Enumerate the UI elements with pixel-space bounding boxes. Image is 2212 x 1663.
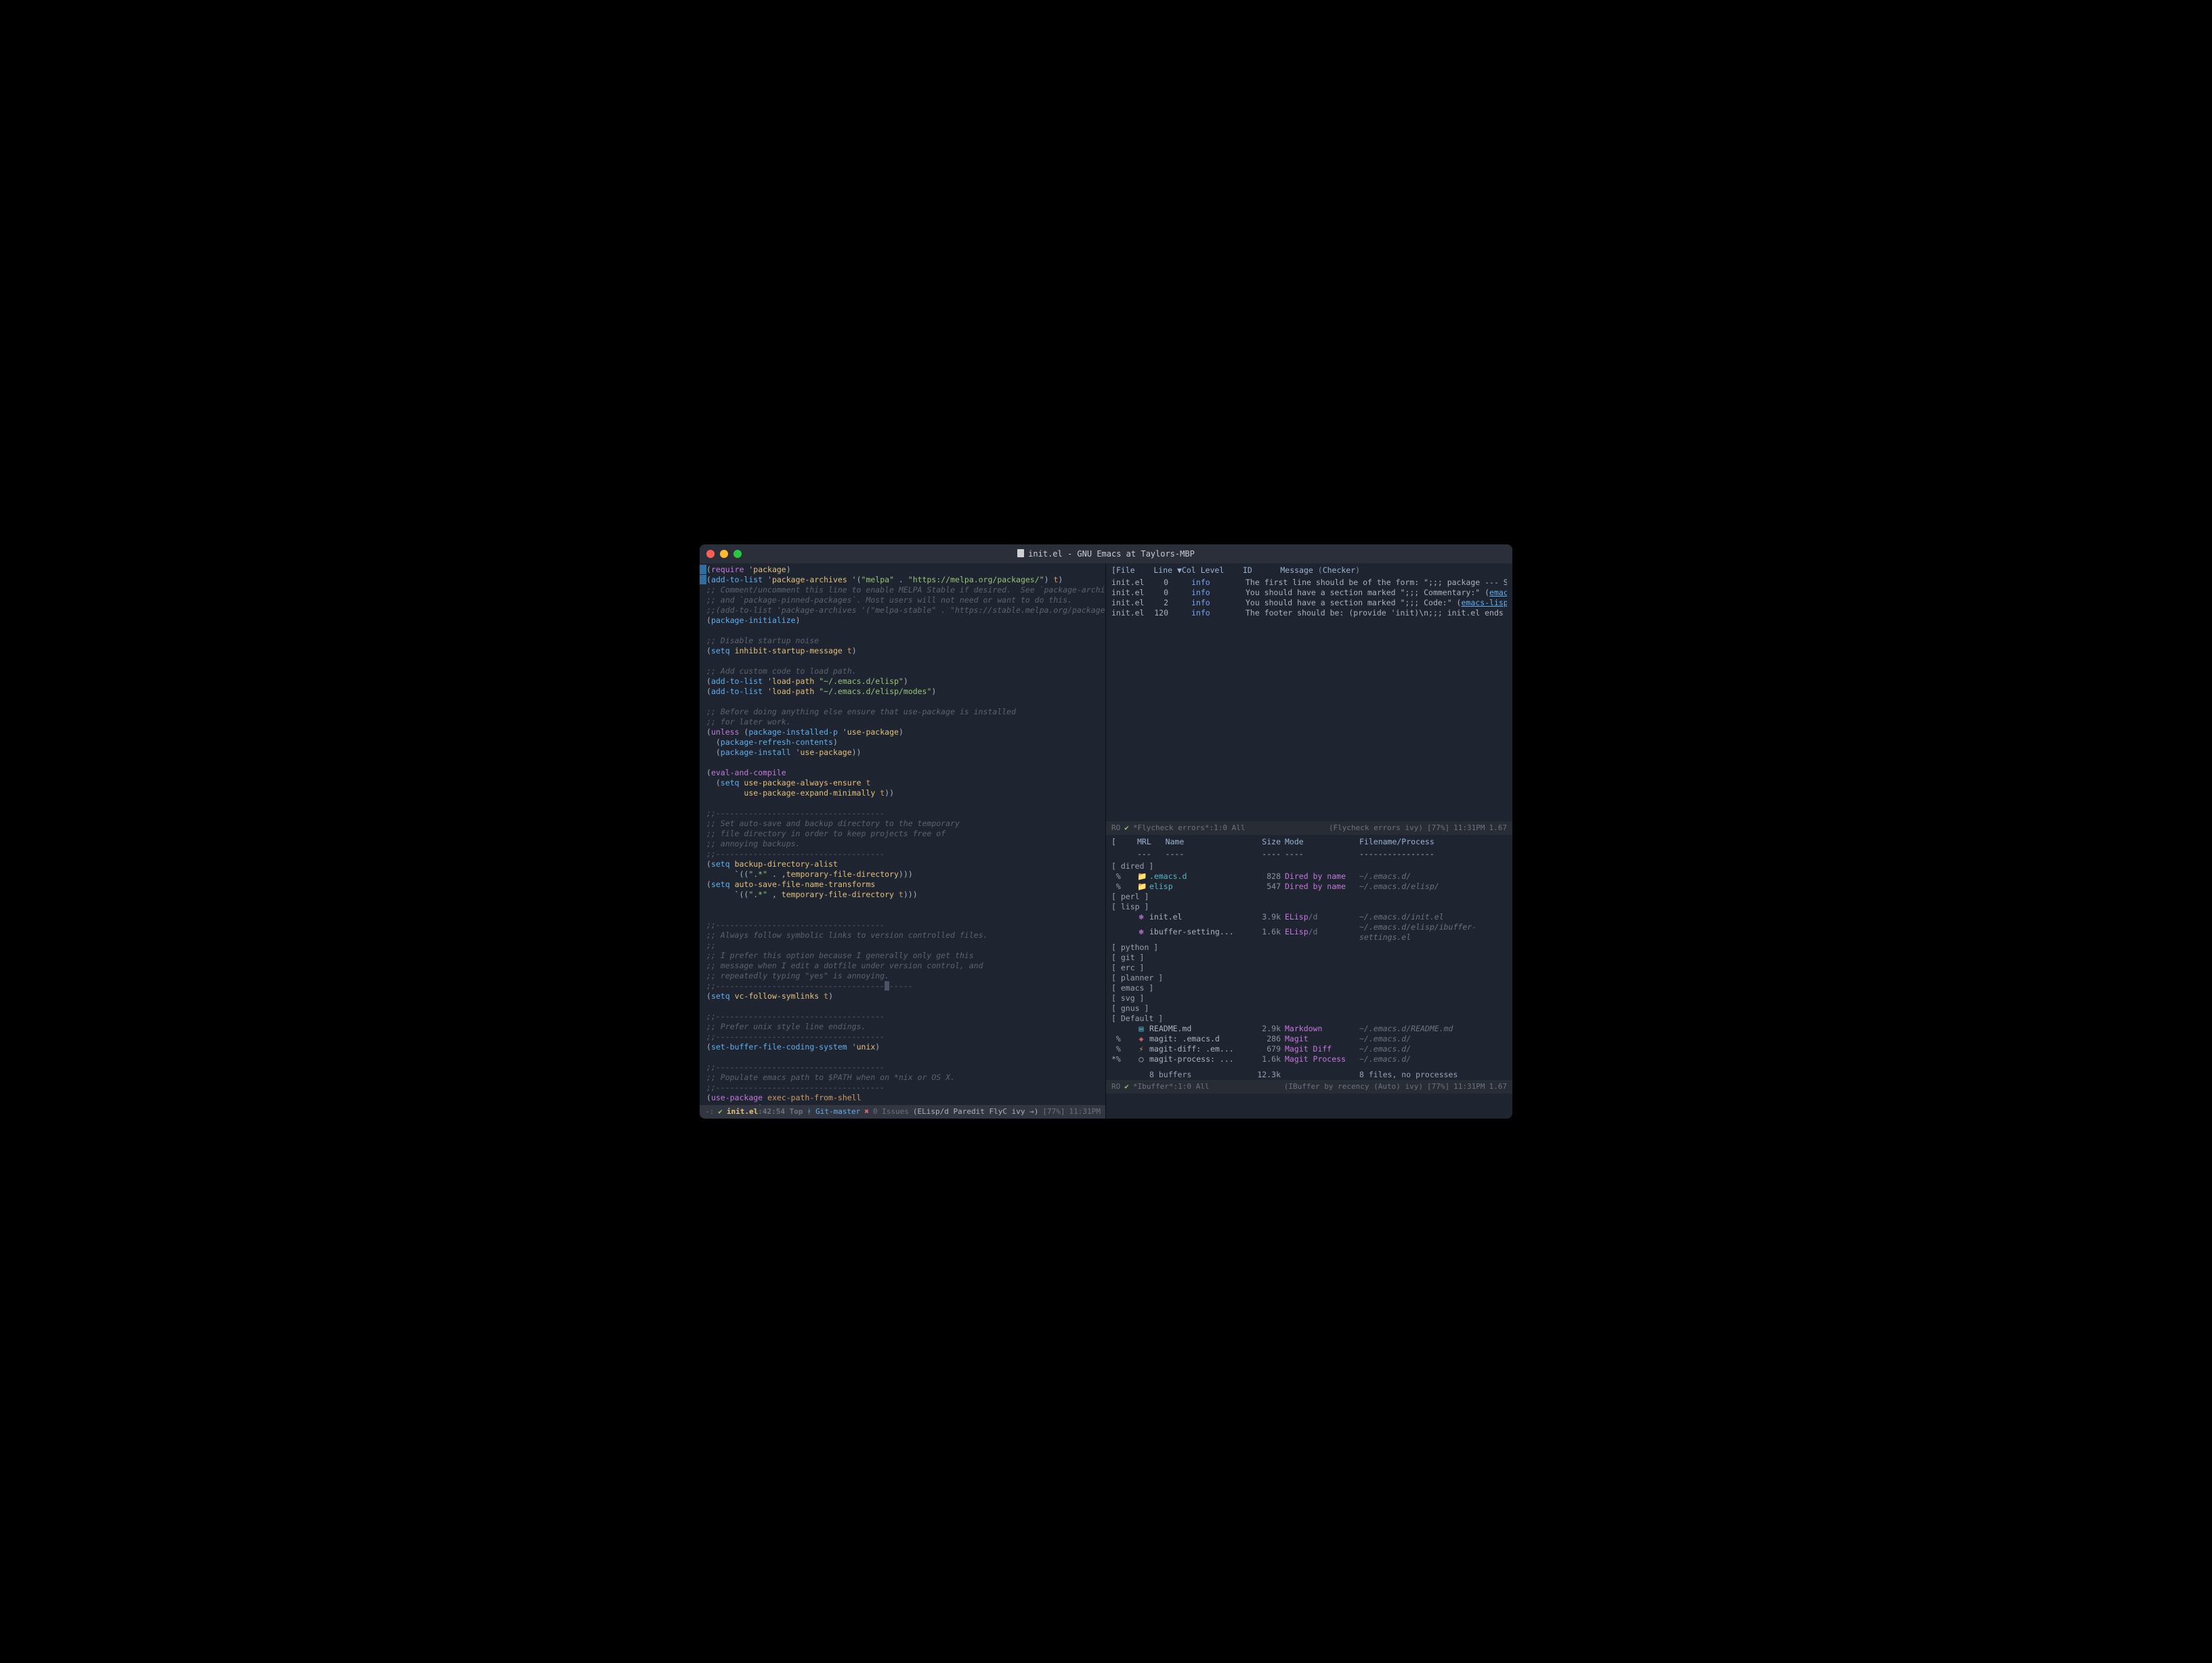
- ml-time: 11:31PM: [1069, 1106, 1100, 1118]
- ml-load: 1.67: [1489, 1081, 1508, 1093]
- minimize-icon[interactable]: [720, 550, 728, 558]
- flycheck-row[interactable]: init.el0infoYou should have a section ma…: [1111, 588, 1507, 598]
- folder-icon: 📁: [1137, 871, 1145, 882]
- flycheck-row[interactable]: init.el120infoThe footer should be: (pro…: [1111, 608, 1507, 618]
- diamond-icon: ◈: [1137, 1034, 1145, 1044]
- check-icon: ✔: [718, 1106, 723, 1118]
- close-icon[interactable]: [706, 550, 715, 558]
- folder-icon: 📁: [1137, 882, 1145, 892]
- ibuffer-group[interactable]: [ emacs ]: [1111, 983, 1507, 993]
- ibuffer-header: [ MRL Name Size Mode Filename/Process --…: [1106, 835, 1512, 861]
- ibuffer-group[interactable]: [ Default ]: [1111, 1014, 1507, 1024]
- ml-load: 1.67: [1489, 823, 1508, 834]
- traffic-lights: [706, 550, 742, 558]
- error-icon: ✖: [864, 1106, 869, 1118]
- ibuffer-row[interactable]: % ⚡magit-diff: .em...679Magit Diff~/.ema…: [1111, 1044, 1507, 1054]
- ibuffer-totals: 8 buffers12.3k8 files, no processes: [1111, 1070, 1507, 1080]
- ml-modes: (ELisp/d Paredit FlyC ivy ⇒): [913, 1106, 1038, 1118]
- bolt-icon: ⚡: [1137, 1044, 1145, 1054]
- check-icon: ✔: [1124, 1081, 1129, 1093]
- fringe-marker-icon: [700, 575, 706, 584]
- ml-time: 11:31PM: [1453, 823, 1485, 834]
- ibuffer-row[interactable]: % 📁.emacs.d828Dired by name~/.emacs.d/: [1111, 871, 1507, 882]
- ml-time: 11:31PM: [1453, 1081, 1485, 1093]
- ibuffer-row[interactable]: ▤README.md2.9kMarkdown~/.emacs.d/README.…: [1111, 1024, 1507, 1034]
- ibuffer-row[interactable]: ❃init.el3.9kELisp/d~/.emacs.d/init.el: [1111, 912, 1507, 922]
- titlebar: init.el - GNU Emacs at Taylors-MBP: [700, 544, 1512, 563]
- ibuffer-group[interactable]: [ gnus ]: [1111, 1003, 1507, 1014]
- ibuffer-row[interactable]: % ◈magit: .emacs.d286Magit~/.emacs.d/: [1111, 1034, 1507, 1044]
- ibuffer-group[interactable]: [ python ]: [1111, 943, 1507, 953]
- ibuffer-group[interactable]: [ perl ]: [1111, 892, 1507, 902]
- ibuffer-group[interactable]: [ svg ]: [1111, 993, 1507, 1003]
- right-pane: [File Line ▼Col Level ID Message (Checke…: [1106, 563, 1512, 1119]
- ml-filename: init.el:42:54 Top: [727, 1106, 803, 1118]
- gear-icon: ❃: [1137, 912, 1145, 922]
- ml-modes: (Flycheck errors ivy): [1329, 823, 1423, 834]
- gear-icon: ❃: [1137, 927, 1145, 937]
- ibuffer-group[interactable]: [ dired ]: [1111, 861, 1507, 871]
- book-icon: ▤: [1137, 1024, 1145, 1034]
- ml-percent: [77%]: [1427, 823, 1449, 834]
- check-icon: ✔: [1124, 823, 1129, 834]
- zoom-icon[interactable]: [733, 550, 742, 558]
- ibuffer-row[interactable]: *% ◯magit-process: ...1.6kMagit Process~…: [1111, 1054, 1507, 1064]
- ml-percent: [77%]: [1042, 1106, 1065, 1118]
- ml-issues: 0 Issues: [873, 1106, 909, 1118]
- gh-icon: ◯: [1137, 1054, 1145, 1064]
- ibuffer-row[interactable]: ❃ibuffer-setting...1.6kELisp/d~/.emacs.d…: [1111, 922, 1507, 943]
- flycheck-header: [File Line ▼Col Level ID Message (Checke…: [1106, 563, 1512, 578]
- ml-buffer: *Flycheck errors*:1:0 All: [1133, 823, 1246, 834]
- ml-modes: (IBuffer by recency (Auto) ivy): [1284, 1081, 1423, 1093]
- modeline-flycheck: RO ✔ *Flycheck errors*:1:0 All (Flycheck…: [1106, 821, 1512, 835]
- ibuffer-group[interactable]: [ planner ]: [1111, 973, 1507, 983]
- ibuffer-group[interactable]: [ erc ]: [1111, 963, 1507, 973]
- modeline-ibuffer: RO ✔ *Ibuffer*:1:0 All (IBuffer by recen…: [1106, 1080, 1512, 1094]
- ibuffer-row[interactable]: % 📁elisp547Dired by name~/.emacs.d/elisp…: [1111, 882, 1507, 892]
- ml-percent: [77%]: [1427, 1081, 1449, 1093]
- ibuffer-body[interactable]: [ dired ] % 📁.emacs.d828Dired by name~/.…: [1106, 861, 1512, 1080]
- flycheck-row[interactable]: init.el2infoYou should have a section ma…: [1111, 598, 1507, 608]
- ml-prefix: -:: [705, 1106, 714, 1118]
- ml-ro: RO: [1111, 1081, 1120, 1093]
- ml-buffer: *Ibuffer*:1:0 All: [1133, 1081, 1210, 1093]
- ml-git-branch: Git-master: [815, 1106, 860, 1118]
- ibuffer-group[interactable]: [ git ]: [1111, 953, 1507, 963]
- emacs-window: init.el - GNU Emacs at Taylors-MBP (requ…: [700, 544, 1512, 1119]
- git-branch-icon: ᚼ: [807, 1106, 811, 1118]
- ml-ro: RO: [1111, 823, 1120, 834]
- ibuffer-pane: [ MRL Name Size Mode Filename/Process --…: [1106, 835, 1512, 1119]
- code-buffer[interactable]: (require 'package) (add-to-list 'package…: [700, 563, 1105, 1105]
- ibuffer-group[interactable]: [ lisp ]: [1111, 902, 1507, 912]
- flycheck-pane: [File Line ▼Col Level ID Message (Checke…: [1106, 563, 1512, 618]
- window-title: init.el - GNU Emacs at Taylors-MBP: [700, 548, 1512, 560]
- flycheck-row[interactable]: init.el0infoThe first line should be of …: [1111, 578, 1507, 588]
- fringe-marker-icon: [700, 565, 706, 574]
- document-icon: [1017, 549, 1024, 557]
- flycheck-body[interactable]: init.el0infoThe first line should be of …: [1106, 578, 1512, 618]
- modeline-left: -: ✔ init.el:42:54 Top ᚼ Git-master ✖ 0 …: [700, 1105, 1105, 1119]
- left-pane: (require 'package) (add-to-list 'package…: [700, 563, 1106, 1119]
